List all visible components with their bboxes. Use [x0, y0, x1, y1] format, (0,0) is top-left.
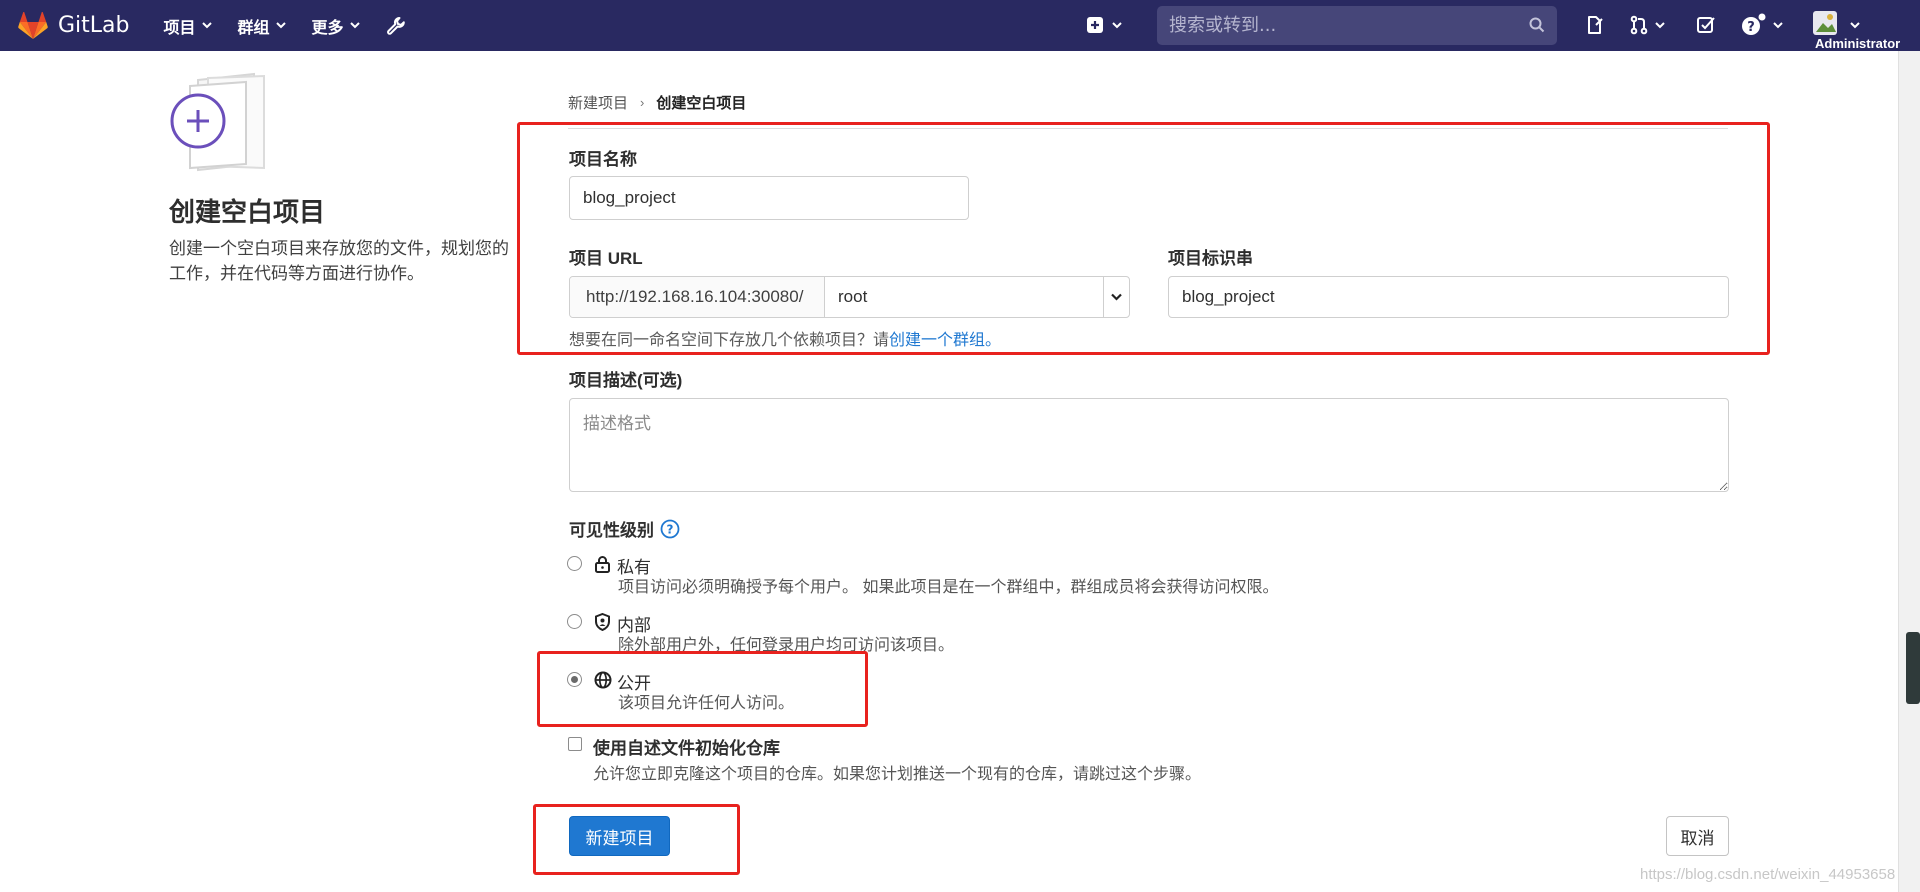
- search-icon[interactable]: [1529, 17, 1545, 38]
- menu-groups-label: 群组: [237, 17, 270, 37]
- merge-request-icon[interactable]: [1629, 15, 1649, 35]
- new-dropdown-button[interactable]: [1086, 16, 1122, 34]
- chevron-down-icon[interactable]: [1655, 22, 1665, 29]
- project-slug-label: 项目标识串: [1168, 249, 1253, 268]
- chevron-down-icon: [275, 22, 286, 29]
- gitlab-logo[interactable]: GitLab: [18, 11, 130, 40]
- create-project-button[interactable]: 新建项目: [569, 816, 670, 856]
- issues-icon[interactable]: [1585, 15, 1605, 35]
- description-line: 工作，并在代码等方面进行协作。: [169, 264, 424, 283]
- project-description-input[interactable]: [569, 398, 1729, 492]
- svg-text:?: ?: [1747, 20, 1755, 35]
- visibility-option-internal[interactable]: 内部 除外部用户外，任何登录用户均可访问该项目。: [567, 611, 1367, 655]
- breadcrumb-new-project[interactable]: 新建项目: [568, 92, 628, 113]
- group-hint-text: 想要在同一命名空间下存放几个依赖项目？请: [569, 332, 890, 349]
- divider: [568, 128, 1728, 129]
- globe-icon: [594, 671, 612, 689]
- breadcrumb: 新建项目 › 创建空白项目: [568, 92, 746, 113]
- gitlab-tanuki-icon: [18, 11, 48, 39]
- new-project-icon: [170, 72, 265, 172]
- shield-icon: [594, 613, 611, 631]
- app-name: GitLab: [58, 13, 130, 38]
- watermark: https://blog.csdn.net/weixin_44953658: [1640, 866, 1896, 883]
- chevron-down-icon[interactable]: [1103, 277, 1129, 317]
- visibility-label: 可见性级别 ?: [569, 516, 680, 541]
- search-input[interactable]: [1157, 15, 1517, 36]
- top-navbar: GitLab 项目 群组 更多 搜索或转到... ? Administrator: [0, 0, 1920, 51]
- visibility-radio-public[interactable]: [567, 672, 582, 687]
- blank-project-illustration: [170, 72, 272, 177]
- visibility-radio-private[interactable]: [567, 556, 582, 571]
- chevron-down-icon[interactable]: [1773, 22, 1783, 29]
- breadcrumb-separator: ›: [640, 95, 645, 110]
- chevron-down-icon: [201, 22, 212, 29]
- init-readme-label[interactable]: 使用自述文件初始化仓库: [593, 734, 780, 759]
- project-name-label: 项目名称: [569, 150, 637, 169]
- create-group-link[interactable]: 创建一个群组。: [889, 332, 1001, 349]
- scrollbar-thumb[interactable]: [1906, 632, 1920, 704]
- visibility-label-text: 可见性级别: [569, 521, 654, 540]
- visibility-desc: 项目访问必须明确授予每个用户。 如果此项目是在一个群组中，群组成员将会获得访问权…: [618, 579, 1279, 596]
- avatar: [1813, 11, 1837, 35]
- project-description-label: 项目描述(可选): [569, 371, 683, 390]
- url-prefix: http://192.168.16.104:30080/: [570, 277, 825, 317]
- chevron-down-icon: [349, 22, 360, 29]
- breadcrumb-current[interactable]: 创建空白项目: [656, 92, 746, 113]
- navbar-right: ?: [1086, 0, 1920, 51]
- menu-more-label: 更多: [311, 17, 344, 37]
- init-readme-desc: 允许您立即克隆这个项目的仓库。如果您计划推送一个现有的仓库，请跳过这个步骤。: [593, 766, 1202, 783]
- description-line: 创建一个空白项目来存放您的文件，规划您的: [169, 239, 509, 258]
- chevron-down-icon: [1112, 21, 1122, 29]
- help-icon[interactable]: ?: [1741, 13, 1767, 37]
- page-title: 创建空白项目: [169, 198, 326, 228]
- visibility-option-public[interactable]: 公开 该项目允许任何人访问。: [567, 669, 1367, 713]
- main-menu: 项目 群组 更多: [164, 14, 406, 38]
- chevron-down-icon: [1850, 22, 1860, 29]
- menu-projects-label: 项目: [163, 17, 196, 37]
- group-hint: 想要在同一命名空间下存放几个依赖项目？请创建一个群组。: [569, 326, 1001, 350]
- wrench-icon[interactable]: [386, 16, 406, 36]
- visibility-option-private[interactable]: 私有 项目访问必须明确授予每个用户。 如果此项目是在一个群组中，群组成员将会获得…: [567, 553, 1367, 597]
- annotation-box: [517, 122, 1770, 355]
- visibility-radio-internal[interactable]: [567, 614, 582, 629]
- namespace-select[interactable]: root: [825, 277, 1129, 317]
- init-readme-checkbox[interactable]: [568, 737, 582, 751]
- menu-groups[interactable]: 群组: [238, 14, 286, 38]
- project-url-label: 项目 URL: [569, 249, 643, 268]
- project-name-input[interactable]: [569, 176, 969, 220]
- menu-projects[interactable]: 项目: [164, 14, 212, 38]
- lock-icon: [594, 555, 611, 573]
- plus-square-icon: [1087, 17, 1103, 33]
- user-name: Administrator: [1815, 36, 1901, 51]
- project-url-group: http://192.168.16.104:30080/ root: [569, 276, 1130, 318]
- menu-more[interactable]: 更多: [312, 14, 360, 38]
- namespace-value: root: [838, 287, 868, 306]
- page-description: 创建一个空白项目来存放您的文件，规划您的 工作，并在代码等方面进行协作。: [169, 236, 519, 286]
- page-scrollbar[interactable]: [1898, 51, 1920, 892]
- visibility-desc: 除外部用户外，任何登录用户均可访问该项目。: [618, 637, 955, 654]
- visibility-desc: 该项目允许任何人访问。: [618, 695, 795, 712]
- todo-icon[interactable]: [1696, 15, 1716, 35]
- project-slug-input[interactable]: [1168, 276, 1729, 318]
- svg-text:?: ?: [667, 522, 674, 536]
- search-box: [1157, 6, 1557, 45]
- help-icon[interactable]: ?: [660, 519, 680, 539]
- cancel-button[interactable]: 取消: [1666, 816, 1729, 856]
